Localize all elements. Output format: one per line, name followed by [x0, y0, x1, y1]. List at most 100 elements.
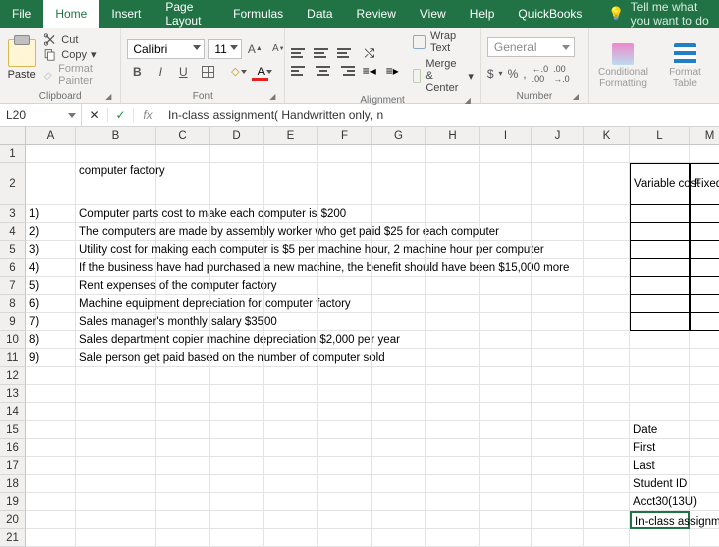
cell-a13[interactable]	[26, 385, 76, 403]
cell-d6[interactable]	[210, 259, 264, 277]
format-table-button[interactable]: Format Table	[657, 43, 713, 89]
cell-j8[interactable]	[532, 295, 584, 313]
cell-g4[interactable]	[372, 223, 426, 241]
cell-d13[interactable]	[210, 385, 264, 403]
cell-h13[interactable]	[426, 385, 480, 403]
cell-l8[interactable]	[630, 295, 690, 313]
cell-l17[interactable]: Last	[630, 457, 690, 475]
cell-f21[interactable]	[318, 529, 372, 547]
cell-c6[interactable]	[156, 259, 210, 277]
cell-b2[interactable]: computer factory	[76, 163, 156, 205]
cell-c7[interactable]	[156, 277, 210, 295]
row-head-19[interactable]: 19	[0, 493, 26, 511]
cell-c1[interactable]	[156, 145, 210, 163]
cell-h4[interactable]	[426, 223, 480, 241]
cell-e9[interactable]	[264, 313, 318, 331]
cell-f12[interactable]	[318, 367, 372, 385]
cell-g16[interactable]	[372, 439, 426, 457]
cell-g10[interactable]	[372, 331, 426, 349]
cell-i19[interactable]	[480, 493, 532, 511]
align-bottom-button[interactable]	[337, 46, 355, 60]
cell-m14[interactable]	[690, 403, 719, 421]
cell-m18[interactable]	[690, 475, 719, 493]
cell-a12[interactable]	[26, 367, 76, 385]
cell-j20[interactable]	[532, 511, 584, 529]
cell-l5[interactable]	[630, 241, 690, 259]
cell-b14[interactable]	[76, 403, 156, 421]
row-head-17[interactable]: 17	[0, 457, 26, 475]
cell-h7[interactable]	[426, 277, 480, 295]
cell-e20[interactable]	[264, 511, 318, 529]
cell-e17[interactable]	[264, 457, 318, 475]
merge-dropdown[interactable]: ▾	[468, 70, 474, 83]
cell-k16[interactable]	[584, 439, 630, 457]
cell-j10[interactable]	[532, 331, 584, 349]
cell-c11[interactable]	[156, 349, 210, 367]
cell-k5[interactable]	[584, 241, 630, 259]
cell-d20[interactable]	[210, 511, 264, 529]
tab-home[interactable]: Home	[43, 0, 99, 28]
row-head-4[interactable]: 4	[0, 223, 26, 241]
align-left-button[interactable]	[291, 64, 309, 78]
cell-j9[interactable]	[532, 313, 584, 331]
row-head-10[interactable]: 10	[0, 331, 26, 349]
cell-a15[interactable]	[26, 421, 76, 439]
cell-h15[interactable]	[426, 421, 480, 439]
cell-e3[interactable]	[264, 205, 318, 223]
cell-g3[interactable]	[372, 205, 426, 223]
col-head-f[interactable]: F	[318, 127, 372, 145]
cell-j18[interactable]	[532, 475, 584, 493]
cell-m12[interactable]	[690, 367, 719, 385]
col-head-e[interactable]: E	[264, 127, 318, 145]
cell-e6[interactable]	[264, 259, 318, 277]
cell-i2[interactable]	[480, 163, 532, 205]
cell-h19[interactable]	[426, 493, 480, 511]
cell-l10[interactable]	[630, 331, 690, 349]
cell-m16[interactable]	[690, 439, 719, 457]
cell-j21[interactable]	[532, 529, 584, 547]
cell-d18[interactable]	[210, 475, 264, 493]
align-top-button[interactable]	[291, 46, 309, 60]
cell-f1[interactable]	[318, 145, 372, 163]
cell-e4[interactable]	[264, 223, 318, 241]
cell-k3[interactable]	[584, 205, 630, 223]
cell-j14[interactable]	[532, 403, 584, 421]
orientation-button[interactable]: ⤭	[360, 46, 378, 60]
cell-h17[interactable]	[426, 457, 480, 475]
cell-f18[interactable]	[318, 475, 372, 493]
cell-c17[interactable]	[156, 457, 210, 475]
cell-f8[interactable]	[318, 295, 372, 313]
cell-k6[interactable]	[584, 259, 630, 277]
cell-b16[interactable]	[76, 439, 156, 457]
cell-f4[interactable]	[318, 223, 372, 241]
cell-m21[interactable]	[690, 529, 719, 547]
cell-m3[interactable]	[690, 205, 719, 223]
cell-b7[interactable]: Rent expenses of the computer factory	[76, 277, 156, 295]
cell-j12[interactable]	[532, 367, 584, 385]
cell-g1[interactable]	[372, 145, 426, 163]
decrease-indent-button[interactable]: ≡◂	[360, 64, 378, 78]
cell-c20[interactable]	[156, 511, 210, 529]
cell-l13[interactable]	[630, 385, 690, 403]
cell-k19[interactable]	[584, 493, 630, 511]
cell-h20[interactable]	[426, 511, 480, 529]
cell-e13[interactable]	[264, 385, 318, 403]
cancel-edit-button[interactable]: ✕	[82, 108, 108, 122]
cell-m7[interactable]	[690, 277, 719, 295]
cell-b12[interactable]	[76, 367, 156, 385]
cell-k8[interactable]	[584, 295, 630, 313]
cell-g9[interactable]	[372, 313, 426, 331]
cell-h1[interactable]	[426, 145, 480, 163]
cell-a14[interactable]	[26, 403, 76, 421]
cell-a16[interactable]	[26, 439, 76, 457]
cell-k10[interactable]	[584, 331, 630, 349]
cell-h6[interactable]	[426, 259, 480, 277]
cell-i5[interactable]	[480, 241, 532, 259]
cell-h12[interactable]	[426, 367, 480, 385]
cell-i11[interactable]	[480, 349, 532, 367]
cell-c15[interactable]	[156, 421, 210, 439]
col-head-m[interactable]: M	[690, 127, 719, 145]
cell-k13[interactable]	[584, 385, 630, 403]
cell-m4[interactable]	[690, 223, 719, 241]
cell-e16[interactable]	[264, 439, 318, 457]
